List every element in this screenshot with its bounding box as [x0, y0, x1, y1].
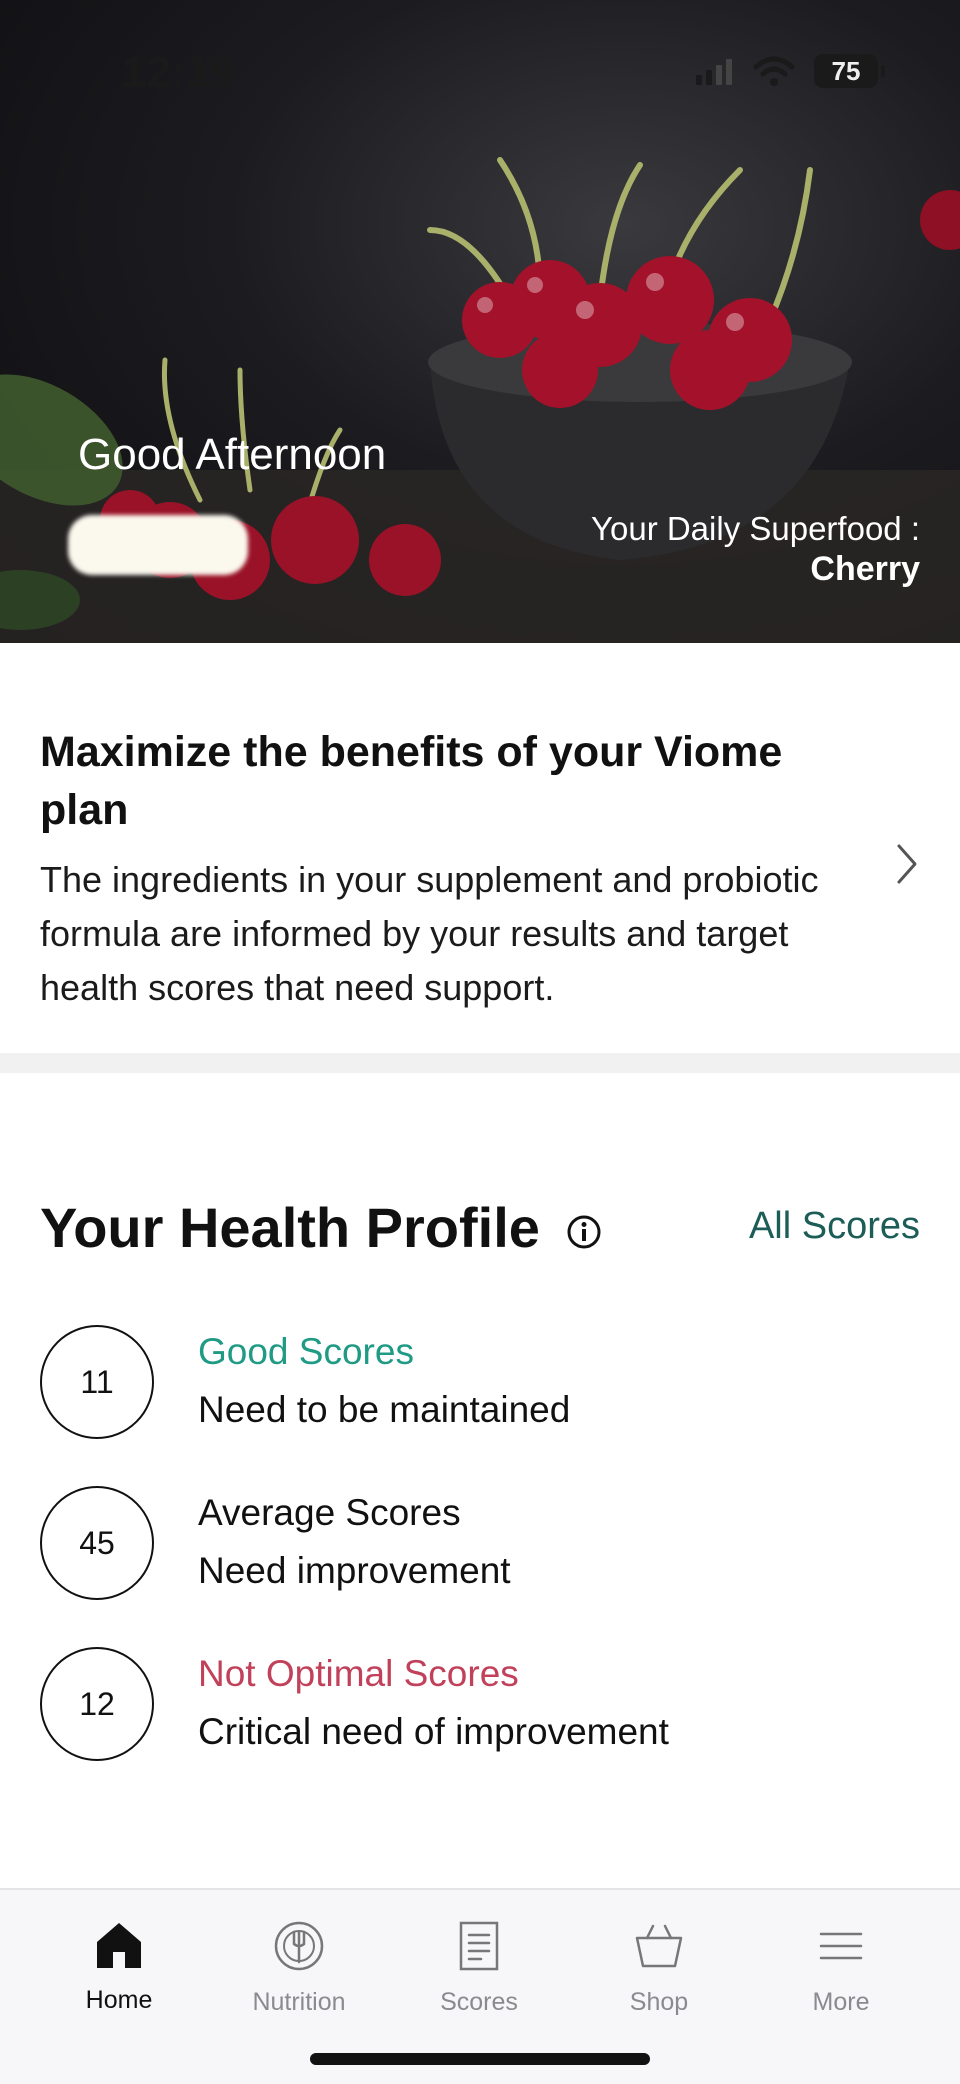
not-optimal-scores-label: Not Optimal Scores: [198, 1653, 519, 1694]
basket-icon: [635, 1924, 683, 1968]
tab-home[interactable]: Home: [49, 1920, 189, 2015]
tab-nutrition-label: Nutrition: [252, 1988, 346, 2016]
superfood-label: Your Daily Superfood :: [591, 510, 920, 547]
status-time: 12:19: [122, 48, 235, 97]
home-indicator: [310, 2053, 650, 2065]
tab-shop-label: Shop: [629, 1988, 689, 2016]
section-divider: [0, 1053, 960, 1073]
redacted-user-name: [68, 515, 248, 575]
good-scores-label: Good Scores: [198, 1331, 414, 1372]
tab-scores[interactable]: Scores: [409, 1920, 549, 2017]
good-scores-count: 11: [40, 1325, 154, 1439]
all-scores-link[interactable]: All Scores: [749, 1205, 920, 1248]
score-row-average[interactable]: 45 Average Scores Need improvement: [40, 1486, 920, 1606]
score-row-not-optimal[interactable]: 12 Not Optimal Scores Critical need of i…: [40, 1647, 920, 1767]
plan-benefits-title: Maximize the benefits of your Viome plan: [40, 728, 783, 834]
wifi-icon: [753, 56, 795, 86]
tab-more[interactable]: More: [771, 1920, 911, 2017]
tab-home-label: Home: [85, 1986, 153, 2014]
daily-superfood: Your Daily Superfood : Cherry: [591, 510, 920, 589]
plate-fork-icon: [274, 1921, 324, 1971]
status-bar: 12:19 75: [0, 48, 960, 98]
not-optimal-scores-sublabel: Critical need of improvement: [198, 1711, 669, 1752]
average-scores-sublabel: Need improvement: [198, 1550, 511, 1591]
info-icon[interactable]: [566, 1214, 602, 1250]
chevron-right-icon[interactable]: [896, 843, 918, 885]
superfood-name: Cherry: [810, 550, 920, 588]
signal-icon: [696, 59, 732, 85]
not-optimal-scores-count: 12: [40, 1647, 154, 1761]
average-scores-label: Average Scores: [198, 1492, 461, 1533]
plan-benefits-description: The ingredients in your supplement and p…: [40, 859, 819, 1008]
battery-indicator: 75: [814, 54, 885, 88]
tab-shop[interactable]: Shop: [589, 1920, 729, 2017]
home-icon: [97, 1923, 141, 1968]
average-scores-count: 45: [40, 1486, 154, 1600]
tab-scores-label: Scores: [440, 1988, 518, 2016]
hero-banner: 12:19 75 Good Afternoon Your Daily Super…: [0, 0, 960, 643]
plan-benefits-card[interactable]: Maximize the benefits of your Viome plan…: [0, 643, 960, 1053]
document-icon: [459, 1921, 499, 1971]
tab-nutrition[interactable]: Nutrition: [229, 1920, 369, 2017]
menu-icon: [819, 1932, 863, 1960]
score-row-good[interactable]: 11 Good Scores Need to be maintained: [40, 1325, 920, 1445]
tab-more-label: More: [812, 1988, 870, 2016]
greeting-text: Good Afternoon: [78, 430, 387, 479]
good-scores-sublabel: Need to be maintained: [198, 1389, 571, 1430]
health-profile-title: Your Health Profile: [40, 1196, 540, 1259]
